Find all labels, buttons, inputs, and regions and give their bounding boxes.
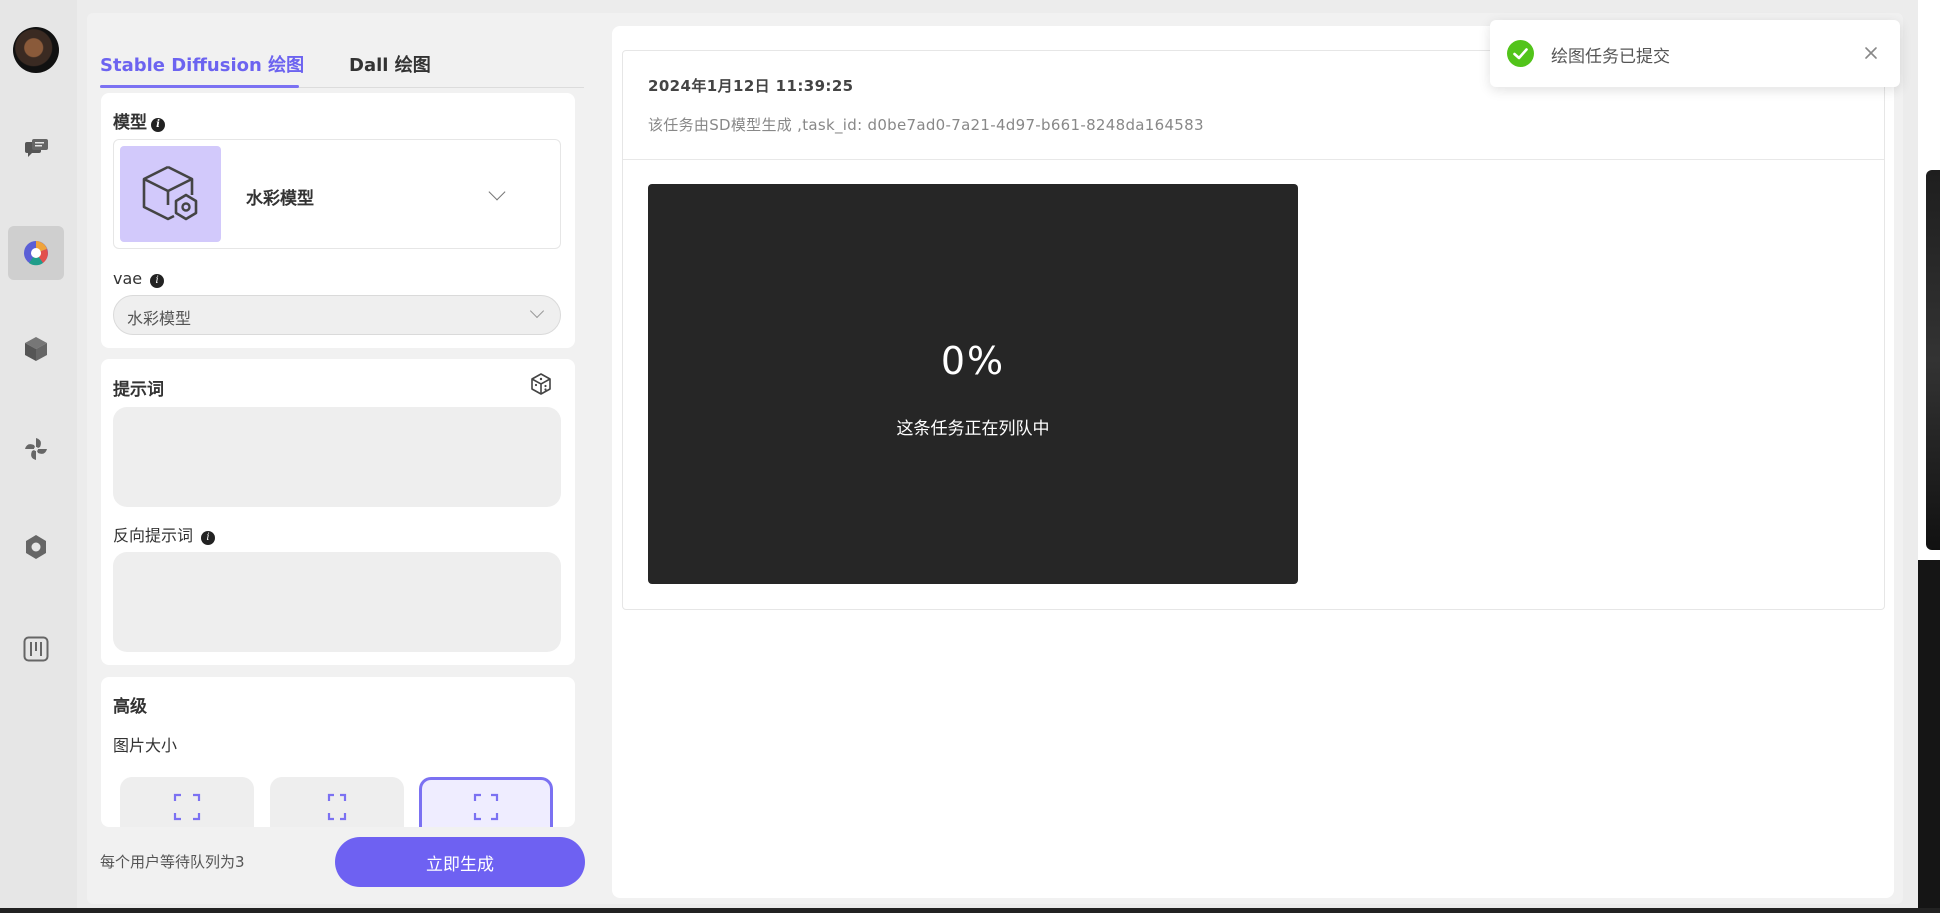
sidebar-item-settings[interactable] bbox=[8, 520, 64, 574]
main-card: Stable Diffusion 绘图 Dall 绘图 模型 i 水彩模型 va… bbox=[87, 13, 1903, 904]
sidebar-item-models[interactable] bbox=[8, 322, 64, 376]
window-bottom-edge bbox=[0, 908, 1940, 913]
info-icon[interactable]: i bbox=[201, 531, 216, 545]
info-icon[interactable]: i bbox=[150, 274, 165, 288]
prompt-title: 提示词 bbox=[113, 380, 164, 400]
cube-icon bbox=[25, 337, 47, 361]
task-card: 2024年1月12日 11:39:25 该任务由SD模型生成 ,task_id:… bbox=[622, 50, 1885, 610]
size-option-1[interactable] bbox=[120, 777, 254, 827]
chat-bubbles-icon bbox=[25, 139, 48, 157]
vae-label: vae bbox=[113, 269, 143, 288]
generate-button[interactable]: 立即生成 bbox=[335, 837, 585, 887]
task-timestamp: 2024年1月12日 11:39:25 bbox=[648, 77, 854, 95]
negative-prompt-label: 反向提示词 bbox=[113, 526, 194, 545]
aspect-frame-icon bbox=[173, 793, 201, 821]
selected-model-name: 水彩模型 bbox=[246, 189, 314, 209]
queue-preview: 0% 这条任务正在列队中 bbox=[648, 184, 1298, 584]
sidebar-item-drawing[interactable] bbox=[8, 226, 64, 280]
sidebar-item-chat[interactable] bbox=[8, 122, 64, 176]
sidebar-item-dashboard[interactable] bbox=[8, 622, 64, 676]
model-title: 模型 i bbox=[113, 108, 165, 133]
model-section: 模型 i 水彩模型 vae i 水彩模型 bbox=[101, 93, 575, 348]
close-icon[interactable] bbox=[1862, 44, 1880, 62]
model-title-text: 模型 bbox=[113, 113, 147, 133]
image-size-label: 图片大小 bbox=[113, 736, 178, 755]
check-circle-icon bbox=[1507, 40, 1534, 67]
toast-notification: 绘图任务已提交 bbox=[1490, 20, 1900, 87]
tab-dall[interactable]: Dall 绘图 bbox=[349, 51, 431, 77]
advanced-section: 高级 图片大小 bbox=[101, 677, 575, 827]
prompt-input[interactable] bbox=[113, 407, 561, 507]
chevron-down-icon[interactable] bbox=[488, 183, 506, 201]
queue-status: 这条任务正在列队中 bbox=[896, 419, 1050, 439]
size-option-2[interactable] bbox=[270, 777, 404, 827]
background-image-fragment bbox=[1926, 170, 1940, 550]
aspect-frame-icon bbox=[327, 793, 347, 821]
divider bbox=[623, 159, 1884, 160]
results-area: 2024年1月12日 11:39:25 该任务由SD模型生成 ,task_id:… bbox=[612, 26, 1894, 898]
active-tab-indicator bbox=[100, 85, 299, 88]
pinwheel-icon bbox=[25, 438, 47, 460]
queue-limit-note: 每个用户等待队列为3 bbox=[100, 853, 245, 871]
dice-icon[interactable] bbox=[529, 372, 553, 396]
background-window-edge bbox=[1918, 0, 1940, 913]
aspect-frame-icon bbox=[473, 793, 499, 821]
prompt-section: 提示词 反向提示词 i bbox=[101, 359, 575, 665]
hex-nut-icon bbox=[26, 535, 46, 559]
sidebar bbox=[0, 0, 77, 913]
task-description: 该任务由SD模型生成 ,task_id: d0be7ad0-7a21-4d97-… bbox=[648, 116, 1204, 134]
sidebar-item-plugins[interactable] bbox=[8, 422, 64, 476]
avatar[interactable] bbox=[13, 27, 59, 73]
model-selector[interactable]: 水彩模型 bbox=[113, 139, 561, 249]
vae-select[interactable]: 水彩模型 bbox=[113, 295, 561, 335]
negative-prompt-input[interactable] bbox=[113, 552, 561, 652]
progress-percent: 0% bbox=[940, 339, 1006, 383]
toast-message: 绘图任务已提交 bbox=[1551, 47, 1670, 67]
info-icon[interactable]: i bbox=[151, 118, 165, 132]
vae-selected-value: 水彩模型 bbox=[127, 309, 192, 328]
chevron-down-icon bbox=[529, 303, 545, 319]
tab-stable-diffusion[interactable]: Stable Diffusion 绘图 bbox=[100, 51, 304, 77]
sliders-icon bbox=[23, 636, 49, 662]
model-cube-icon bbox=[142, 165, 197, 221]
model-thumbnail bbox=[120, 146, 221, 242]
vae-label-row: vae i bbox=[113, 269, 165, 288]
advanced-title: 高级 bbox=[113, 697, 147, 717]
palette-icon bbox=[24, 241, 48, 266]
tab-bar: Stable Diffusion 绘图 Dall 绘图 bbox=[100, 37, 584, 88]
negative-prompt-label-row: 反向提示词 i bbox=[113, 522, 216, 546]
settings-panel: Stable Diffusion 绘图 Dall 绘图 模型 i 水彩模型 va… bbox=[87, 13, 592, 904]
size-option-3[interactable] bbox=[419, 777, 553, 827]
